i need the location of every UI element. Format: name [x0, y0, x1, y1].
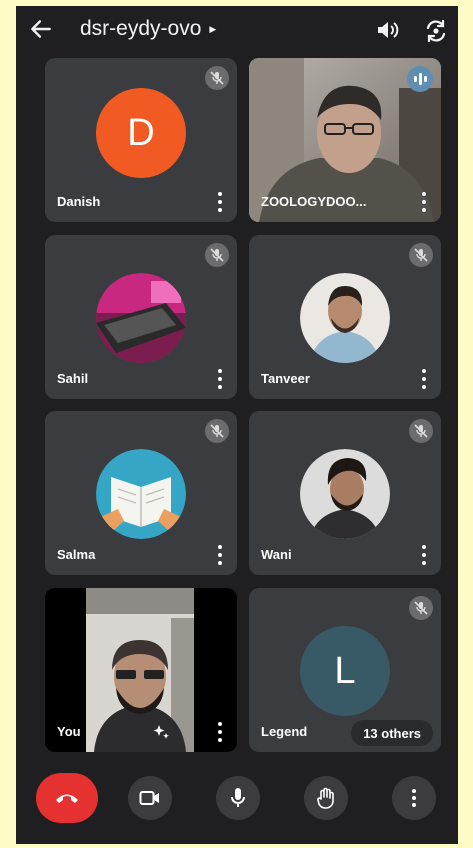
mic-off-icon: [409, 243, 433, 267]
mic-off-icon: [205, 419, 229, 443]
participant-tile-sahil[interactable]: Sahil: [45, 235, 237, 399]
hand-icon: [317, 787, 334, 809]
more-vert-icon[interactable]: [217, 369, 223, 389]
microphone-button[interactable]: [216, 776, 260, 820]
switch-camera-icon[interactable]: [423, 18, 449, 44]
self-video-feed: [86, 588, 194, 752]
avatar: [96, 449, 186, 539]
avatar: [96, 273, 186, 363]
participant-tile-you[interactable]: You: [45, 588, 237, 752]
participant-tile-tanveer[interactable]: Tanveer: [249, 235, 441, 399]
avatar: D: [96, 88, 186, 178]
speaking-indicator: [407, 66, 433, 92]
end-call-button[interactable]: [36, 773, 98, 823]
more-vert-icon: [412, 789, 416, 807]
others-count-badge[interactable]: 13 others: [351, 720, 433, 746]
hang-up-icon: [56, 794, 78, 803]
participant-name: You: [57, 724, 81, 739]
participant-name: ZOOLOGYDOO...: [261, 194, 367, 209]
more-vert-icon[interactable]: [217, 545, 223, 565]
mic-off-icon: [409, 419, 433, 443]
mic-off-icon: [409, 596, 433, 620]
caret-right-icon: ▶: [209, 23, 217, 34]
participant-name: Sahil: [57, 371, 89, 386]
participant-name: Legend: [261, 724, 308, 739]
more-vert-icon[interactable]: [217, 722, 223, 742]
microphone-icon: [231, 788, 245, 807]
raise-hand-button[interactable]: [304, 776, 348, 820]
participant-tile-salma[interactable]: Salma: [45, 411, 237, 575]
participant-name: Wani: [261, 547, 292, 562]
more-vert-icon[interactable]: [421, 192, 427, 212]
more-options-button[interactable]: [392, 776, 436, 820]
video-camera-icon: [139, 791, 159, 805]
participant-name: Tanveer: [261, 371, 310, 386]
participant-name: Salma: [57, 547, 96, 562]
mic-off-icon: [205, 243, 229, 267]
participant-tile-legend[interactable]: L Legend 13 others: [249, 588, 441, 752]
top-bar: dsr-eydy-ovo ▶: [16, 6, 458, 54]
mic-off-icon: [205, 66, 229, 90]
speaker-icon[interactable]: [375, 18, 401, 42]
back-arrow-icon[interactable]: [28, 16, 54, 42]
effects-icon[interactable]: [151, 722, 171, 742]
more-vert-icon[interactable]: [421, 545, 427, 565]
meeting-screen: dsr-eydy-ovo ▶ D Danish ZOOLOGYDOO... Sa…: [16, 6, 458, 844]
avatar: [300, 449, 390, 539]
camera-button[interactable]: [128, 776, 172, 820]
more-vert-icon[interactable]: [217, 192, 223, 212]
participant-tile-zoologydoo[interactable]: ZOOLOGYDOO...: [249, 58, 441, 222]
more-vert-icon[interactable]: [421, 369, 427, 389]
avatar: [300, 273, 390, 363]
meeting-title-button[interactable]: dsr-eydy-ovo ▶: [80, 17, 216, 41]
meeting-code: dsr-eydy-ovo: [80, 17, 202, 40]
participant-tile-wani[interactable]: Wani: [249, 411, 441, 575]
avatar: L: [300, 626, 390, 716]
participant-tile-danish[interactable]: D Danish: [45, 58, 237, 222]
participant-name: Danish: [57, 194, 101, 209]
